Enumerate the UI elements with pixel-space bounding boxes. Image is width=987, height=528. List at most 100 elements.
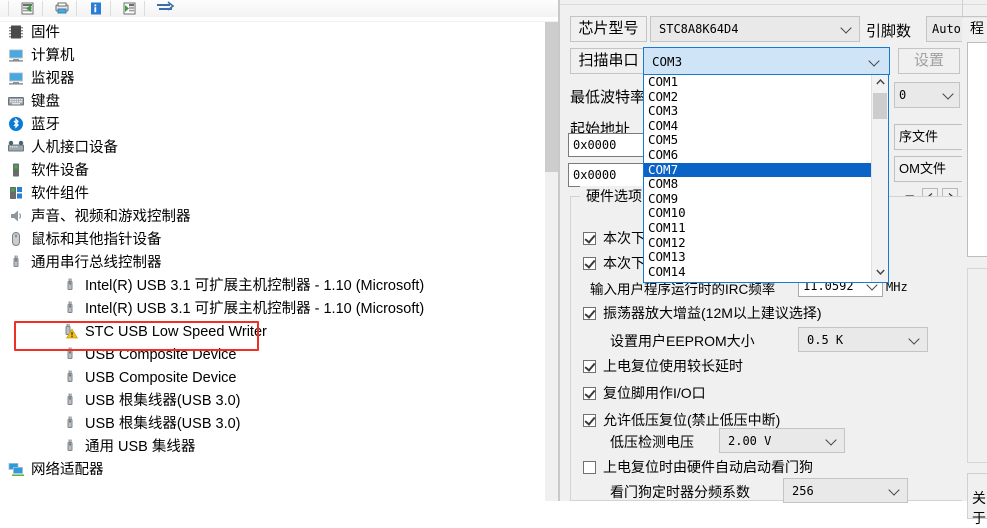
com-port-option[interactable]: COM4 (644, 118, 873, 134)
eeprom-size-value: 0.5 K (807, 332, 844, 347)
com-port-option[interactable]: COM13 (644, 250, 873, 265)
device-tree-item-label: USB 根集线器(USB 3.0) (85, 393, 241, 409)
hardware-options-title: 硬件选项 (580, 186, 648, 206)
device-tree-item[interactable]: 通用 USB 集线器 (0, 436, 545, 459)
device-tree-item[interactable]: Intel(R) USB 3.1 可扩展主机控制器 - 1.10 (Micros… (0, 275, 545, 298)
scan-port-label[interactable]: 扫描串口 (570, 48, 647, 74)
start-address-value-2: 0x0000 (573, 168, 617, 182)
eeprom-size-label: 设置用户EEPROM大小 (610, 331, 755, 351)
chevron-down-icon (910, 335, 919, 344)
device-tree-item-label: 固件 (31, 25, 60, 41)
checkbox-icon[interactable] (583, 414, 596, 427)
com-port-option[interactable]: COM5 (644, 133, 873, 148)
chip-model-select[interactable]: STC8A8K64D4 (650, 16, 860, 42)
wdt-prescaler-select[interactable]: 256 (783, 478, 908, 503)
com-port-option[interactable]: COM12 (644, 235, 873, 251)
lvd-voltage-select[interactable]: 2.00 V (719, 428, 845, 453)
scroll-up-arrow-icon[interactable] (872, 75, 888, 92)
checkbox-icon[interactable] (583, 360, 596, 373)
device-tree-item-label: 通用 USB 集线器 (85, 439, 196, 455)
device-tree-item[interactable]: 网络适配器 (0, 459, 545, 482)
lvd-voltage-value: 2.00 V (728, 433, 772, 448)
min-baud-label: 最低波特率 (570, 89, 646, 106)
scroll-down-arrow-icon[interactable] (872, 265, 888, 282)
usb-icon (62, 392, 78, 408)
com-port-dropdown-popup[interactable]: COM1 COM2 COM3 COM4 COM5 COM6 COM7 COM8 COM9 COM1… (643, 74, 889, 283)
device-tree-item[interactable]: 声音、视频和游戏控制器 (0, 206, 545, 229)
back-icon[interactable] (18, 1, 38, 16)
power-reset-delay-row[interactable]: 上电复位使用较长延时 (583, 356, 743, 376)
com-port-option-list[interactable]: COM1 COM2 COM3 COM4 COM5 COM6 COM7 COM8 COM9 COM1… (644, 75, 873, 282)
device-tree-item[interactable]: 监视器 (0, 68, 545, 91)
start-address-input-2[interactable]: 0x0000 (568, 163, 648, 187)
device-tree-item[interactable]: USB Composite Device (0, 367, 545, 390)
chevron-down-icon (842, 24, 851, 33)
window-top-edge (560, 0, 987, 5)
device-tree-item[interactable]: USB 根集线器(USB 3.0) (0, 390, 545, 413)
device-tree-item-label: 键盘 (31, 94, 60, 110)
device-tree-item-stc-usb-low-speed-writer[interactable]: STC USB Low Speed Writer (0, 321, 545, 344)
device-tree-item[interactable]: 人机接口设备 (0, 137, 545, 160)
wdt-auto-row[interactable]: 上电复位时由硬件自动启动看门狗 (583, 457, 813, 477)
device-tree-item-label: STC USB Low Speed Writer (85, 324, 267, 340)
com-port-option[interactable]: COM6 (644, 147, 873, 163)
device-tree-item-label: Intel(R) USB 3.1 可扩展主机控制器 - 1.10 (Micros… (85, 278, 425, 294)
device-tree-item[interactable]: 计算机 (0, 45, 545, 68)
power-reset-delay-label: 上电复位使用较长延时 (603, 358, 743, 374)
low-voltage-reset-row[interactable]: 允许低压复位(禁止低压中断) (583, 410, 780, 430)
device-tree-item[interactable]: 软件组件 (0, 183, 545, 206)
scan-icon[interactable] (120, 1, 140, 16)
option-row-1[interactable]: 本次下 (583, 228, 645, 248)
device-tree-item[interactable]: 通用串行总线控制器 (0, 252, 545, 275)
device-tree-item[interactable]: 软件设备 (0, 160, 545, 183)
irc-frequency-label: 输入用户程序运行时的IRC频率 (590, 282, 776, 297)
program-code-textarea[interactable] (967, 42, 987, 257)
device-tree-item-label: USB Composite Device (85, 347, 237, 363)
eeprom-size-select[interactable]: 0.5 K (798, 327, 928, 352)
com-port-option[interactable]: COM9 (644, 191, 873, 207)
device-tree-scrollbar[interactable] (545, 22, 558, 501)
device-tree-item[interactable]: 键盘 (0, 91, 545, 114)
dropdown-scrollbar-thumb[interactable] (873, 93, 887, 119)
checkbox-icon[interactable] (583, 387, 596, 400)
reset-pin-io-row[interactable]: 复位脚用作I/O口 (583, 383, 706, 403)
checkbox-icon[interactable] (583, 232, 596, 245)
checkbox-icon[interactable] (583, 461, 596, 474)
device-tree-item[interactable]: USB 根集线器(USB 3.0) (0, 413, 545, 436)
checkbox-icon[interactable] (583, 307, 596, 320)
device-tree-item-label: 鼠标和其他指针设备 (31, 232, 162, 248)
com-port-combobox[interactable]: COM3 (643, 47, 890, 75)
about-label[interactable]: 关于 (972, 488, 987, 528)
com-port-option[interactable]: COM2 (644, 89, 873, 105)
min-baud-select[interactable]: 0 (894, 82, 960, 108)
device-tree-item[interactable]: 蓝牙 (0, 114, 545, 137)
scrollbar-thumb[interactable] (545, 22, 558, 172)
com-port-option[interactable]: COM8 (644, 177, 873, 192)
update-driver-icon[interactable] (154, 1, 175, 16)
com-port-option[interactable]: COM10 (644, 206, 873, 221)
checkbox-icon[interactable] (583, 257, 596, 270)
program-tab[interactable]: 程 (970, 18, 984, 38)
settings-button[interactable]: 设置 (898, 48, 960, 74)
device-tree-item[interactable]: 鼠标和其他指针设备 (0, 229, 545, 252)
reset-pin-io-label: 复位脚用作I/O口 (603, 385, 706, 401)
device-tree-item[interactable]: USB Composite Device (0, 344, 545, 367)
chip-model-label[interactable]: 芯片型号 (570, 16, 647, 42)
print-icon[interactable] (52, 1, 72, 16)
properties-icon[interactable] (86, 1, 106, 16)
com-port-option[interactable]: COM1 (644, 75, 873, 90)
osc-gain-row[interactable]: 振荡器放大增益(12M以上建议选择) (583, 303, 822, 323)
option-row-2[interactable]: 本次下 (583, 253, 645, 273)
com-port-option[interactable]: COM14 (644, 264, 873, 280)
dropdown-scrollbar[interactable] (871, 75, 888, 282)
device-tree-item[interactable]: 固件 (0, 22, 545, 45)
firmware-icon (8, 24, 24, 40)
com-port-option[interactable]: COM3 (644, 104, 873, 119)
device-tree-item[interactable]: Intel(R) USB 3.1 可扩展主机控制器 - 1.10 (Micros… (0, 298, 545, 321)
eeprom-size-text: 设置用户EEPROM大小 (610, 333, 755, 349)
com-port-option[interactable]: COM11 (644, 220, 873, 236)
start-address-input-1[interactable]: 0x0000 (568, 133, 648, 157)
usb-icon (62, 277, 78, 293)
device-tree[interactable]: 固件计算机 监视器键盘蓝牙 人机接口设备 软件设备 软件组件 声音、视频和游戏控制器鼠标和… (0, 22, 545, 501)
com-port-option[interactable]: COM7 (644, 162, 873, 178)
